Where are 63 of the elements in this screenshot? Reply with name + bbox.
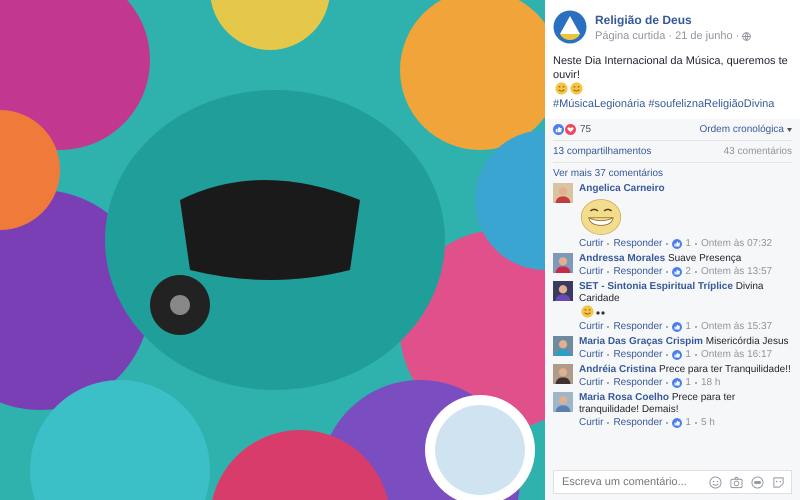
like-count: 1 [685,417,691,429]
comment-author[interactable]: Angelica Carneiro [579,183,665,194]
like-link[interactable]: Curtir [579,377,604,389]
page-logo[interactable] [553,10,587,44]
grinning-sticker [579,198,623,236]
reaction-count[interactable]: 75 [580,124,592,135]
user-avatar[interactable] [553,364,573,384]
like-link[interactable]: Curtir [579,349,604,361]
reply-link[interactable]: Responder [613,321,662,333]
caret-icon [787,128,792,132]
like-count: 1 [685,349,691,361]
comment-text: Maria Das Graças Crispim Misericórdia Jesus [579,336,789,347]
smiley-icon [555,82,568,95]
sticker-icon[interactable] [772,476,785,488]
page-name[interactable]: Religião de Deus [595,13,752,27]
post-meta: Página curtida · 21 de junho · [595,30,740,42]
reply-link[interactable]: Responder [613,266,662,278]
like-icon[interactable] [553,124,564,135]
like-link[interactable]: Curtir [579,238,604,250]
comment-time: 5 h [700,417,715,429]
user-avatar[interactable] [553,281,573,301]
user-avatar[interactable] [553,253,573,273]
heart-icon[interactable] [565,124,576,135]
reply-link[interactable]: Responder [613,238,662,250]
comment-time: Ontem às 13:57 [700,266,772,278]
like-icon [672,239,682,249]
comment-text: SET - Sintonia Espiritual Tríplice Divina Caridade [579,281,764,305]
comment-text: Maria Rosa Coelho Prece para ter tranquilidade! Demais! [579,392,736,415]
like-link[interactable]: Curtir [579,321,604,333]
comment-text: Andréia Cristina Prece para ter Tranquilidade!! [579,364,791,375]
reply-link[interactable]: Responder [613,349,662,361]
more-comments-link[interactable]: Ver mais 37 comentários [553,168,792,179]
reply-link[interactable]: Responder [613,377,662,389]
globe-icon [742,32,752,40]
shares-link[interactable]: 13 compartilhamentos [553,146,652,157]
like-icon [672,350,682,360]
emoji-icon[interactable] [709,476,722,488]
like-icon [672,378,682,388]
comment-field[interactable]: Escreva um comentário... [560,475,701,489]
like-count: 2 [685,266,691,278]
post-text: Neste Dia Internacional da Música, queremos te ouvir! [553,54,789,82]
like-icon [672,267,682,277]
hashtag-link[interactable]: #soufeliznaReligiãoDivina [648,98,774,110]
like-count: 1 [685,377,691,389]
comment-time: 18 h [700,377,720,389]
like-link[interactable]: Curtir [579,417,604,429]
comment-time: Ontem às 16:17 [700,349,772,361]
comment-time: Ontem às 07:32 [700,238,772,250]
user-avatar[interactable] [553,183,573,203]
like-icon [672,418,682,428]
comment-text: Andressa Morales Suave Presença [579,253,742,264]
camera-icon[interactable] [730,476,743,488]
comment-time: Ontem às 15:37 [700,321,772,333]
sort-dropdown[interactable]: Ordem cronológica [700,124,792,135]
reply-link[interactable]: Responder [613,417,662,429]
like-link[interactable]: Curtir [579,266,604,278]
like-icon [672,322,682,332]
comment-composer[interactable]: Escreva um comentário... [553,470,792,494]
hashtag-link[interactable]: #MúsicaLegionária [553,98,646,110]
dots-icon [596,311,606,315]
like-count: 1 [685,321,691,333]
grin-emoji-icon [581,305,594,318]
like-count: 1 [685,238,691,250]
